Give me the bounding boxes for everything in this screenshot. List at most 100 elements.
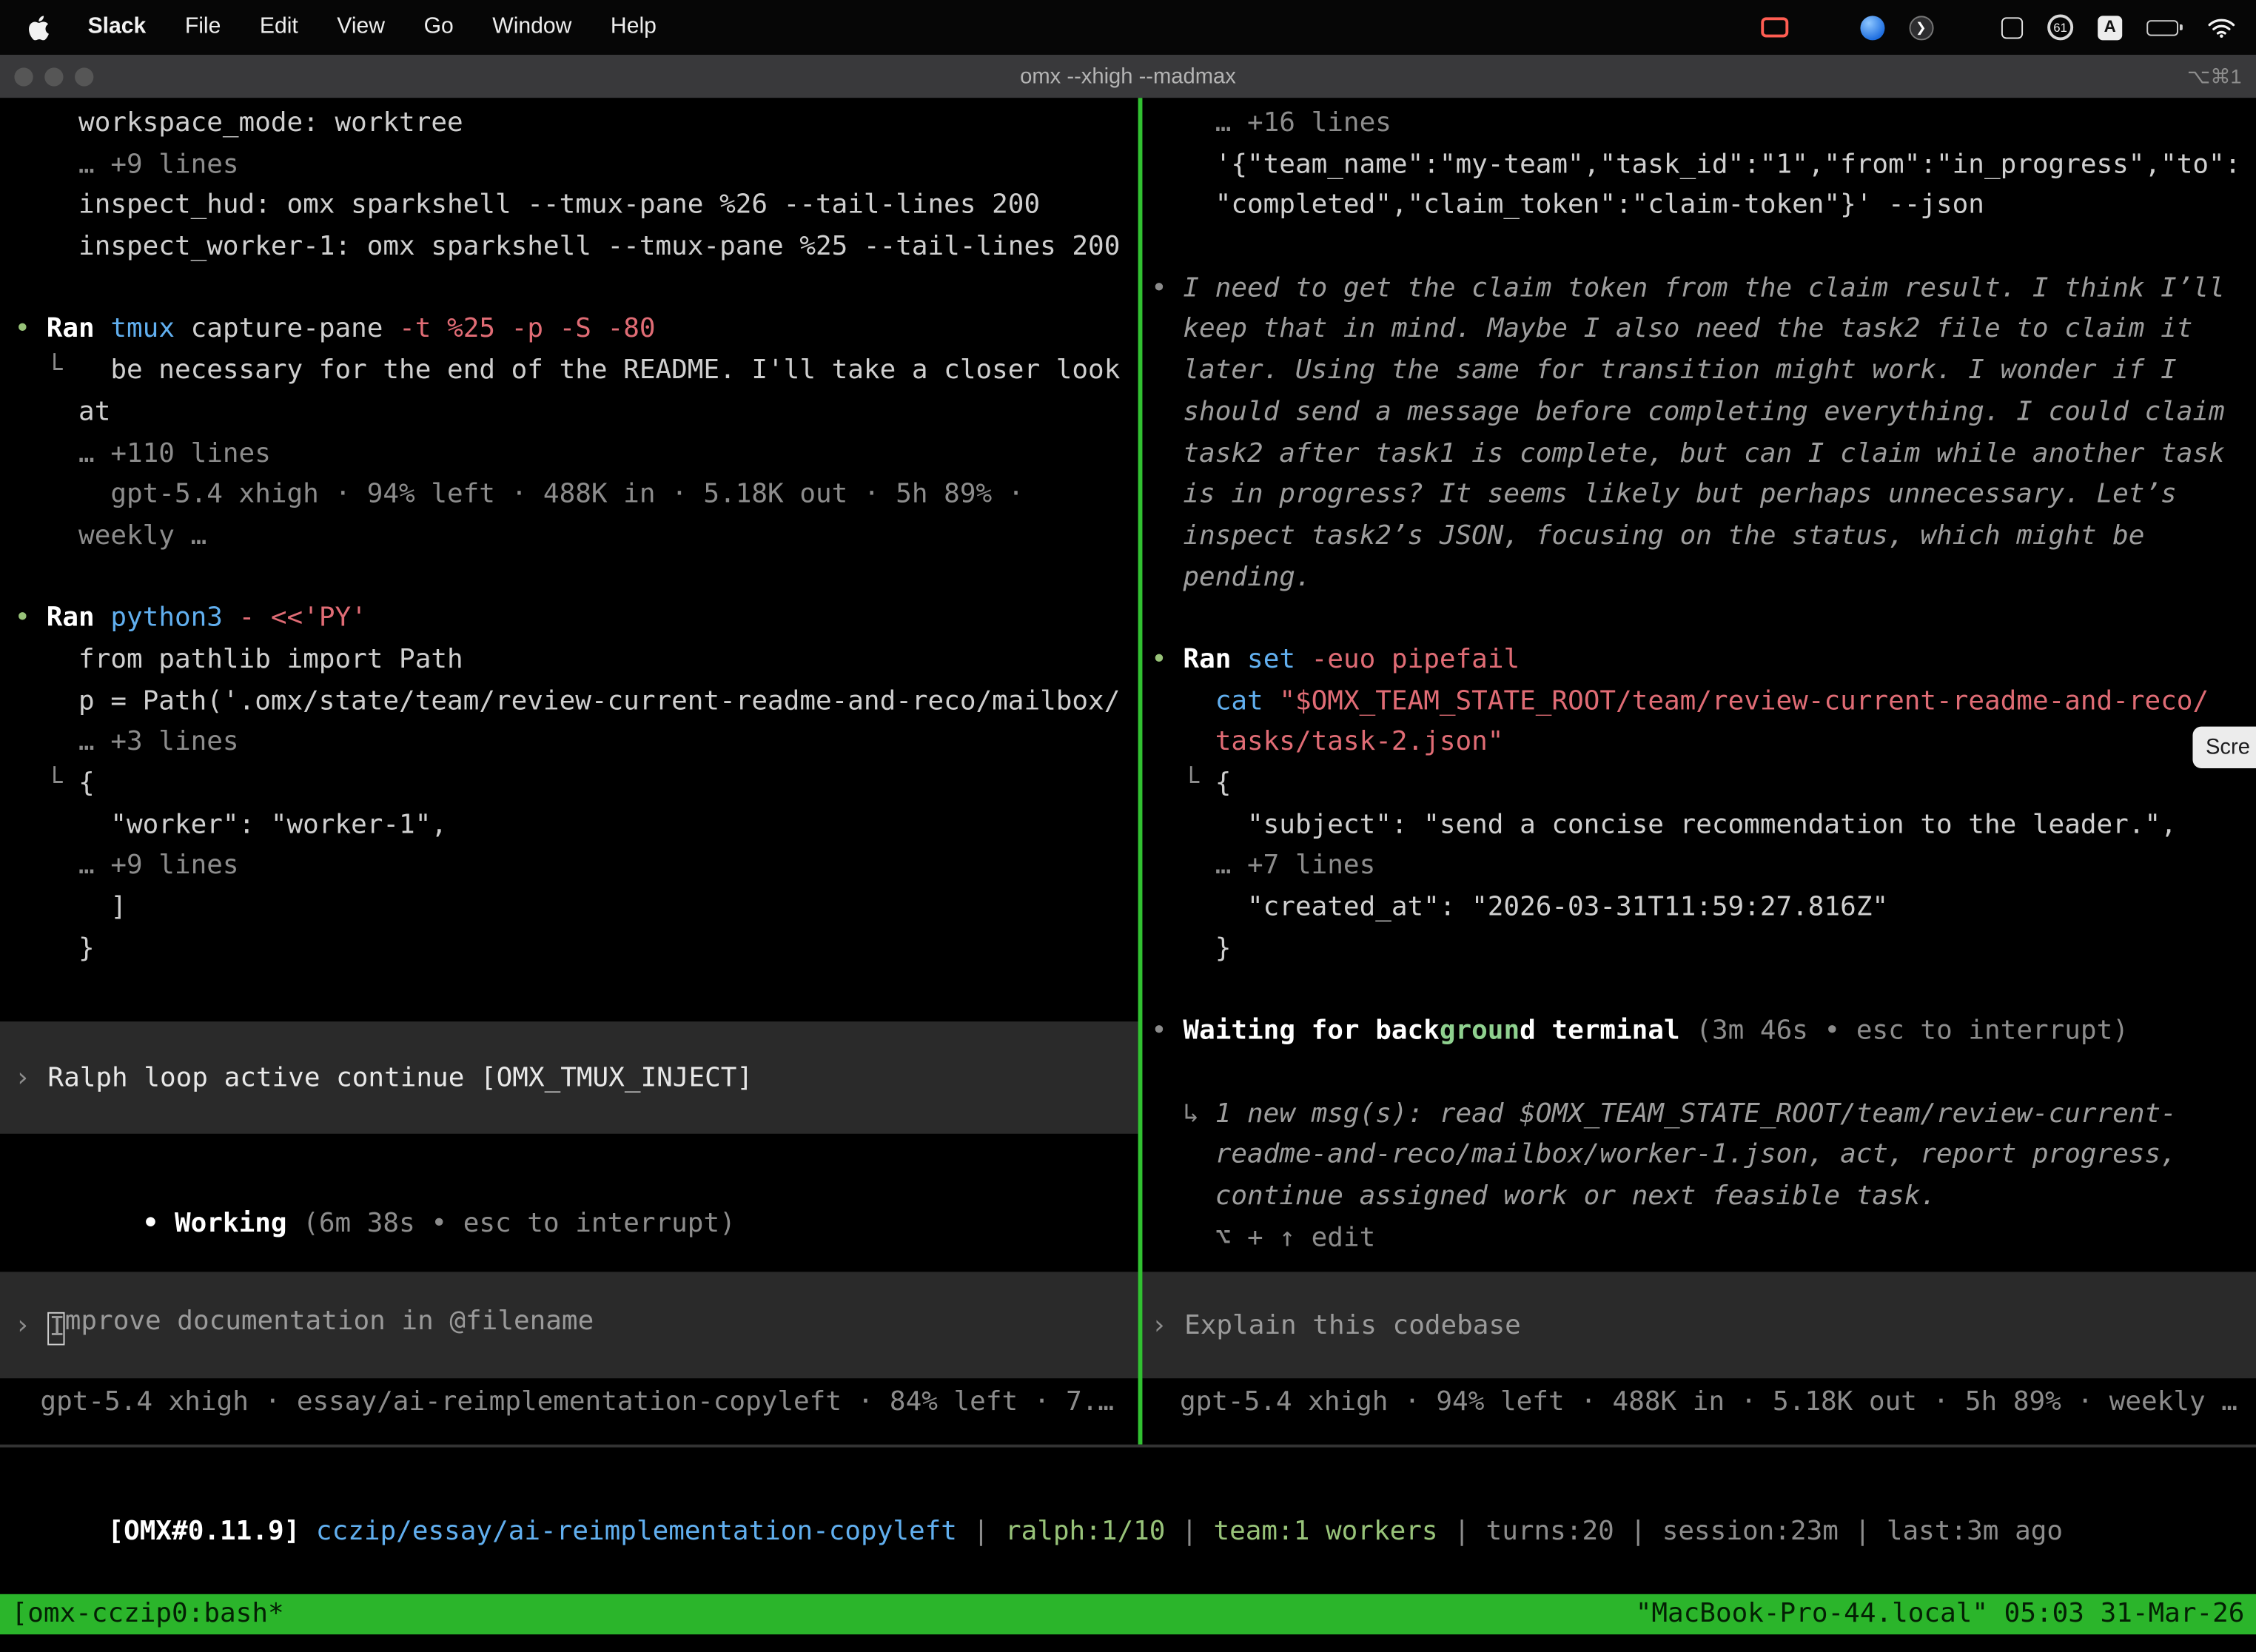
terminal-text-segment: • xyxy=(1151,645,1183,675)
terminal-text-segment: pending. xyxy=(1151,562,1312,592)
terminal-text-segment xyxy=(1231,645,1247,675)
terminal-line: readme-and-reco/mailbox/worker-1.json, a… xyxy=(1151,1135,2256,1177)
terminal-text-segment: python3 xyxy=(110,603,223,634)
terminal-text-segment: '{"team_name":"my-team","task_id":"1","f… xyxy=(1151,150,2240,180)
terminal-text-segment: keep that in mind. Maybe I also need the… xyxy=(1151,315,2192,345)
screen-sharing-icon[interactable] xyxy=(1761,17,1788,37)
battery-icon[interactable] xyxy=(2146,19,2183,35)
terminal-text-segment: inspect task2’s JSON, focusing on the st… xyxy=(1151,520,2144,551)
left-pane[interactable]: workspace_mode: worktree … +9 lines insp… xyxy=(0,98,1138,1444)
terminal-line: from pathlib import Path xyxy=(14,640,1138,682)
terminal-text-segment: - <<'PY' xyxy=(239,603,367,634)
terminal-text-segment xyxy=(1151,686,1215,716)
right-input-placeholder[interactable]: Explain this codebase xyxy=(1184,1310,1521,1340)
terminal-line: pending. xyxy=(1151,557,2256,599)
right-pane[interactable]: … +16 lines '{"team_name":"my-team","tas… xyxy=(1142,98,2256,1444)
terminal-line: "created_at": "2026-03-31T11:59:27.816Z" xyxy=(1151,887,2256,929)
terminal-text-segment: └ xyxy=(14,768,78,799)
menu-bar-status-icons: ❯ 61 A xyxy=(1761,14,2236,40)
terminal-text-segment: └ xyxy=(14,355,110,386)
menu-file[interactable]: File xyxy=(185,14,221,40)
terminal-line: └ { xyxy=(1151,764,2256,805)
inject-band[interactable]: › Ralph loop active continue [OMX_TMUX_I… xyxy=(0,1021,1138,1134)
terminal-text-segment: p = Path('.omx/state/team/review-current… xyxy=(14,686,1120,716)
terminal-text-segment: } xyxy=(1151,933,1231,964)
terminal-text-segment: continue assigned work or next feasible … xyxy=(1151,1181,1936,1212)
input-source-icon[interactable]: A xyxy=(2098,15,2122,39)
terminal-line: ↳ 1 new msg(s): read $OMX_TEAM_STATE_ROO… xyxy=(1151,1094,2256,1135)
menu-edit[interactable]: Edit xyxy=(260,14,298,40)
terminal-line xyxy=(14,557,1138,599)
terminal-line: p = Path('.omx/state/team/review-current… xyxy=(14,682,1138,723)
terminal-line: └ { xyxy=(14,764,1138,805)
terminal-line: "subject": "send a concise recommendatio… xyxy=(1151,805,2256,847)
terminal-line: tasks/task-2.json" xyxy=(1151,722,2256,764)
apple-menu-icon[interactable] xyxy=(29,15,49,39)
separator: | xyxy=(957,1516,1005,1546)
battery-percent-gauge[interactable]: 61 xyxy=(2047,14,2073,40)
menu-view[interactable]: View xyxy=(337,14,385,40)
terminal-line: inspect task2’s JSON, focusing on the st… xyxy=(1151,517,2256,558)
terminal-text-segment xyxy=(1295,645,1312,675)
window-title-bar: omx --xhigh --madmax ⌥⌘1 xyxy=(0,55,2256,98)
terminal-text-segment: • xyxy=(14,603,46,634)
terminal-text-segment: • xyxy=(1151,273,1183,303)
tmux-session-window[interactable]: [omx-cczip0:bash* xyxy=(12,1594,284,1634)
terminal-text-segment: } xyxy=(14,933,94,964)
terminal-text-segment xyxy=(1263,686,1280,716)
screen-popup-fragment[interactable]: Scre xyxy=(2192,727,2256,768)
right-pane-status: gpt-5.4 xhigh · 94% left · 488K in · 5.1… xyxy=(1180,1387,2237,1417)
tmux-host-clock: "MacBook-Pro-44.local" 05:03 31-Mar-26 xyxy=(1636,1594,2245,1634)
terminal-line: … +110 lines xyxy=(14,434,1138,475)
terminal-text-segment: Ran xyxy=(1183,645,1231,675)
text-cursor: I xyxy=(47,1312,64,1345)
terminal-text-segment: … +9 lines xyxy=(14,150,238,180)
terminal-line: } xyxy=(1151,929,2256,970)
omx-team: team:1 workers xyxy=(1213,1516,1437,1546)
terminal-text-segment: "subject": "send a concise recommendatio… xyxy=(1151,810,2177,840)
terminal-text-segment: inspect_worker-1: omx sparkshell --tmux-… xyxy=(14,232,1120,262)
terminal-text-segment: ⌥ + ↑ edit xyxy=(1151,1222,1375,1252)
terminal-line: • Ran set -euo pipefail xyxy=(1151,640,2256,682)
separator: | xyxy=(1614,1516,1662,1546)
terminal-text-segment: should send a message before completing … xyxy=(1151,397,2225,427)
terminal-text-segment: Ran xyxy=(47,315,95,345)
terminal-text-segment: • xyxy=(1151,1016,1183,1047)
working-detail: (6m 38s • esc to interrupt) xyxy=(287,1209,736,1239)
terminal-line xyxy=(1151,599,2256,640)
menu-help[interactable]: Help xyxy=(611,14,657,40)
active-app-name[interactable]: Slack xyxy=(88,14,147,40)
prompt-chevron-icon: › xyxy=(1151,1310,1167,1340)
keycap-icon[interactable] xyxy=(2001,16,2023,38)
close-button[interactable] xyxy=(14,67,33,85)
window-tiles-icon[interactable] xyxy=(1813,19,1836,36)
terminal-text-segment: "$OMX_TEAM_STATE_ROOT/team/review-curren… xyxy=(1279,686,2209,716)
right-input-band[interactable]: › Explain this codebase xyxy=(1142,1272,2256,1378)
left-input-placeholder[interactable]: Improve documentation in @filename xyxy=(47,1306,594,1344)
left-input-band[interactable]: › Improve documentation in @filename xyxy=(0,1272,1138,1378)
prompt-chevron-icon: › xyxy=(14,1310,30,1340)
terminal-text-segment xyxy=(95,603,111,634)
wifi-icon[interactable] xyxy=(2207,16,2236,38)
terminal-line: later. Using the same for transition mig… xyxy=(1151,352,2256,393)
menu-window[interactable]: Window xyxy=(492,14,571,40)
menu-go[interactable]: Go xyxy=(424,14,454,40)
terminal-text-segment: readme-and-reco/mailbox/worker-1.json, a… xyxy=(1151,1140,2177,1170)
terminal-text-segment: be necessary for the end of the README. … xyxy=(110,355,1120,386)
zoom-button[interactable] xyxy=(75,67,93,85)
terminal-text-segment: ↳ xyxy=(1151,1098,1215,1129)
terminal-text-segment: set xyxy=(1247,645,1295,675)
terminal-text-segment: └ xyxy=(1151,768,1215,799)
terminal-text-segment: 1 new msg(s): read $OMX_TEAM_STATE_ROOT/… xyxy=(1215,1098,2177,1129)
terminal-text-segment: … +3 lines xyxy=(14,727,238,757)
terminal-line: … +9 lines xyxy=(14,847,1138,888)
terminal-text-segment: -euo pipefail xyxy=(1312,645,1520,675)
terminal-line: … +7 lines xyxy=(1151,847,2256,888)
blue-globe-icon[interactable] xyxy=(1860,15,1884,39)
dots-grid-icon[interactable] xyxy=(1958,18,1977,37)
terminal-text-segment: { xyxy=(78,768,95,799)
terminal-line: ⌥ + ↑ edit xyxy=(1151,1218,2256,1260)
terminal-text-segment: "created_at": "2026-03-31T11:59:27.816Z" xyxy=(1151,892,1888,922)
minimize-button[interactable] xyxy=(44,67,63,85)
terminal-app-icon[interactable]: ❯ xyxy=(1909,15,1933,39)
